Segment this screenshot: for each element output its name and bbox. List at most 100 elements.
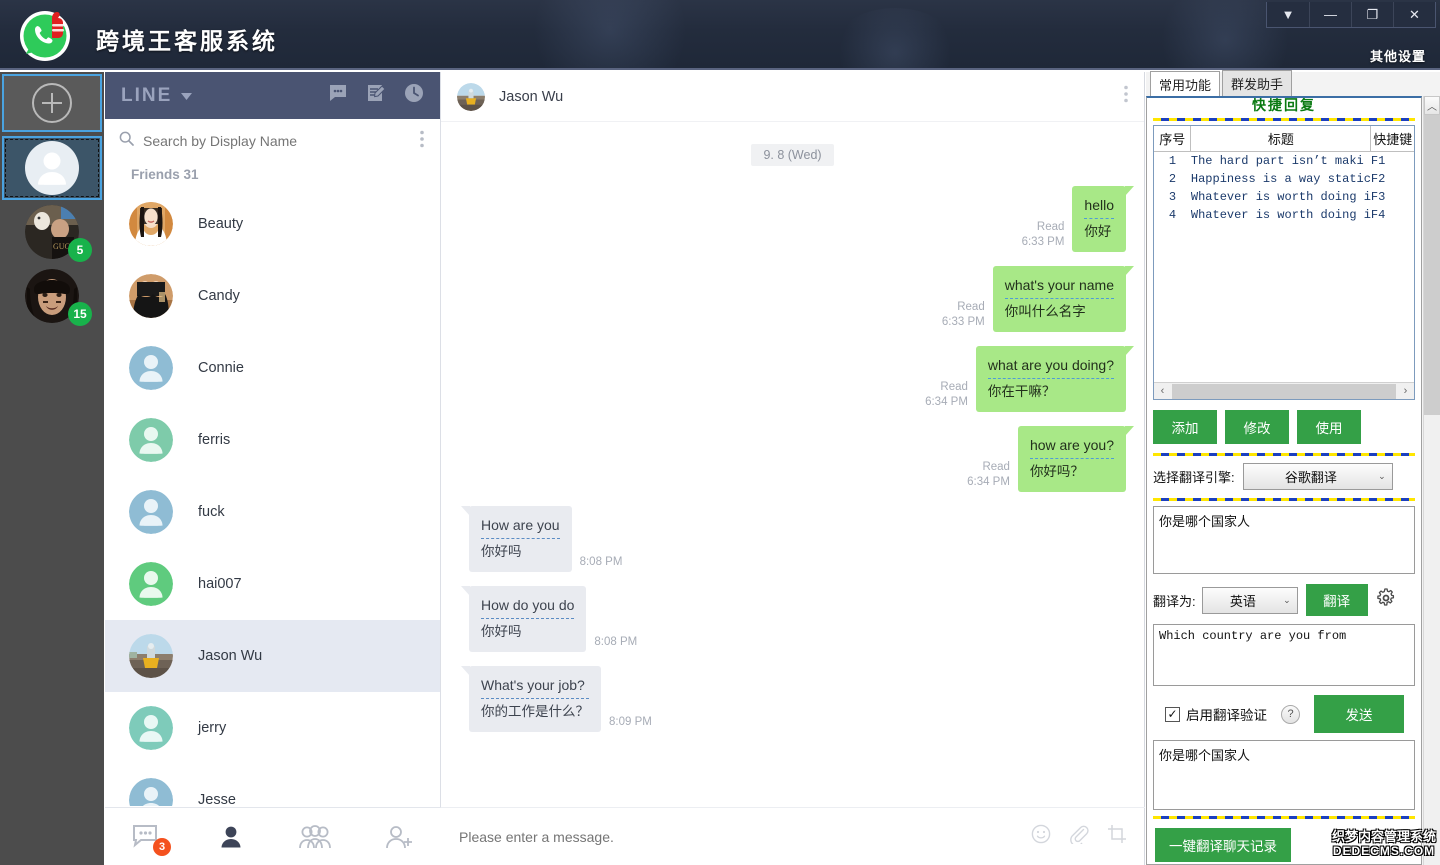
account-item-gucci[interactable]: GUCCI 5 — [0, 200, 104, 264]
account-item-man[interactable]: 15 — [0, 264, 104, 328]
verification-text-area[interactable]: 你是哪个国家人 — [1153, 740, 1415, 810]
list-item[interactable]: Beauty — [105, 188, 440, 260]
translate-engine-select[interactable]: 谷歌翻译 ⌄ — [1242, 463, 1393, 490]
chevron-down-icon: ⌄ — [1378, 471, 1386, 481]
quick-reply-title: 快捷回复 — [1252, 98, 1316, 113]
message-bubble[interactable]: How are you 你好吗 — [461, 506, 572, 572]
read-status: Read — [957, 301, 985, 313]
app-logo-icon — [18, 8, 80, 66]
list-item[interactable]: Connie — [105, 332, 440, 404]
message-input[interactable] — [459, 828, 1013, 845]
list-item[interactable]: fuck — [105, 476, 440, 548]
attachment-icon[interactable] — [1069, 824, 1089, 849]
add-account-button[interactable] — [2, 74, 102, 132]
list-item[interactable]: ferris — [105, 404, 440, 476]
tab-add-friend[interactable] — [357, 824, 441, 850]
tab-groups[interactable] — [273, 824, 357, 850]
avatar — [457, 82, 485, 111]
tab-friends[interactable] — [189, 824, 273, 850]
message-meta: Read 6:34 PM — [967, 460, 1010, 492]
table-horizontal-scrollbar[interactable]: ‹ › — [1154, 382, 1414, 399]
cell-index: 1 — [1168, 154, 1177, 168]
minimize-icon[interactable]: — — [1309, 2, 1351, 27]
compose-icon[interactable] — [366, 83, 386, 108]
title-bar: 跨境王客服系统 其他设置 ▼ — ❐ ✕ — [0, 0, 1440, 70]
chat-icon[interactable] — [328, 83, 348, 108]
bubble-tail — [461, 666, 470, 676]
translation-divider — [1029, 458, 1114, 459]
cell-index: 2 — [1168, 172, 1177, 186]
target-language-select[interactable]: 英语 ⌄ — [1201, 586, 1298, 614]
maximize-icon[interactable]: ❐ — [1351, 2, 1393, 27]
edit-button[interactable]: 修改 — [1225, 410, 1289, 444]
translate-to-label: 翻译为: — [1153, 593, 1196, 609]
list-item[interactable]: Jesse — [105, 764, 440, 806]
add-button[interactable]: 添加 — [1153, 410, 1217, 444]
send-button[interactable]: 发送 — [1314, 695, 1404, 733]
tab-bulk-assistant[interactable]: 群发助手 — [1222, 70, 1293, 96]
scroll-track[interactable] — [1424, 115, 1440, 865]
enable-verification-checkbox[interactable]: ✓ — [1165, 706, 1180, 722]
translation-result-area[interactable]: Which country are you from — [1153, 624, 1415, 686]
scroll-right-icon[interactable]: › — [1397, 385, 1414, 397]
message-text-en: How are you — [481, 517, 560, 533]
more-vertical-icon[interactable] — [1124, 85, 1128, 108]
avatar — [129, 562, 173, 606]
chevron-down-icon[interactable] — [181, 87, 193, 105]
contact-name: Jesse — [198, 792, 236, 806]
message-bubble[interactable]: what are you doing? 你在干嘛？ — [975, 346, 1134, 412]
more-vertical-icon[interactable] — [418, 130, 426, 153]
message-bubble[interactable]: what's your name 你叫什么名字 — [992, 266, 1134, 332]
emoji-icon[interactable] — [1031, 824, 1051, 849]
table-row[interactable]: 3 Whatever is worth doing i F3 — [1154, 188, 1414, 206]
engine-row: 选择翻译引擎: 谷歌翻译 ⌄ — [1153, 463, 1415, 490]
table-row[interactable]: 4 Whatever is worth doing i F4 — [1154, 206, 1414, 224]
message-bubble[interactable]: What's your job? 你的工作是什么？ — [461, 666, 601, 732]
account-badge: 5 — [68, 238, 92, 262]
bubble-tail — [1125, 426, 1134, 436]
other-settings-button[interactable]: 其他设置 — [1370, 46, 1426, 65]
avatar — [129, 274, 173, 318]
avatar — [129, 490, 173, 534]
message-text-en: How do you do — [481, 597, 575, 613]
message-text-zh: 你在干嘛？ — [987, 384, 1056, 399]
tab-chats[interactable]: 3 — [105, 824, 189, 856]
screenshot-icon[interactable] — [1107, 824, 1127, 849]
scroll-thumb[interactable] — [1172, 383, 1396, 399]
scroll-thumb[interactable] — [1424, 115, 1440, 415]
tool-panel: 常用功能 群发助手 快捷回复 序号 标题 快捷键 1 The hard part… — [1146, 70, 1440, 865]
scroll-left-icon[interactable]: ‹ — [1154, 385, 1171, 397]
collapse-icon[interactable]: ▼ — [1267, 2, 1309, 27]
table-row[interactable]: 1 The hard part isn’t maki F1 — [1154, 152, 1414, 171]
message-text-en: What's your job? — [481, 677, 585, 693]
message-bubble[interactable]: How do you do 你好吗 — [461, 586, 587, 652]
close-icon[interactable]: ✕ — [1393, 2, 1435, 27]
list-item[interactable]: hai007 — [105, 548, 440, 620]
list-item[interactable]: Candy — [105, 260, 440, 332]
chevron-down-icon: ⌄ — [1283, 594, 1291, 605]
message-bubble[interactable]: hello 你好 — [1072, 186, 1134, 252]
source-text-area[interactable]: 你是哪个国家人 — [1153, 506, 1415, 574]
tab-common-functions[interactable]: 常用功能 — [1150, 71, 1221, 97]
bubble-tail — [1125, 266, 1134, 276]
search-input[interactable] — [143, 133, 418, 149]
message-text-en: what's your name — [1004, 277, 1114, 293]
translate-button[interactable]: 翻译 — [1305, 584, 1368, 616]
table-row[interactable]: 2 Happiness is a way static F2 — [1154, 170, 1414, 188]
use-button[interactable]: 使用 — [1297, 410, 1361, 444]
message-row: Read 6:34 PM how are you? 你好吗？ — [459, 426, 1134, 492]
list-item-selected[interactable]: Jason Wu — [105, 620, 440, 692]
avatar — [129, 202, 173, 246]
message-bubble[interactable]: how are you? 你好吗？ — [1017, 426, 1134, 492]
list-item[interactable]: jerry — [105, 692, 440, 764]
translate-chat-log-button[interactable]: 一键翻译聊天记录 — [1155, 828, 1291, 862]
scroll-up-icon[interactable]: ︿ — [1424, 96, 1440, 115]
account-item-placeholder[interactable] — [2, 136, 102, 200]
history-icon[interactable] — [404, 83, 424, 108]
chat-pane: Jason Wu 9. 8 (Wed) Read 6:33 PM hello 你… — [441, 72, 1145, 865]
message-meta: Read 6:33 PM — [1022, 220, 1065, 252]
question-icon[interactable]: ? — [1281, 704, 1300, 724]
message-row: Read 6:33 PM what's your name 你叫什么名字 — [459, 266, 1134, 332]
gear-icon[interactable] — [1376, 587, 1396, 613]
tool-panel-scrollbar[interactable]: ︿ — [1423, 96, 1440, 865]
